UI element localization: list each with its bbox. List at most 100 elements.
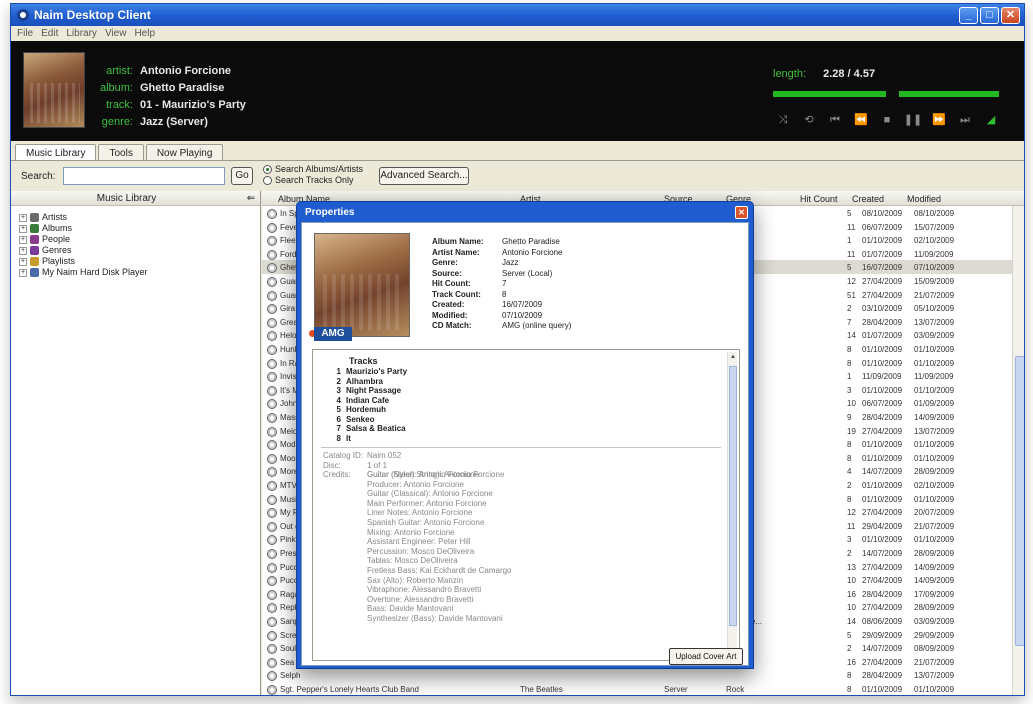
back-arrow-icon[interactable]: ⇐ (242, 193, 260, 204)
tree-item-2[interactable]: + People (19, 234, 260, 245)
row-hits: 2 (847, 304, 852, 314)
tracks-scrollbar[interactable]: ▲ ▼ (727, 352, 737, 658)
row-hits: 9 (847, 413, 852, 422)
track-row[interactable]: 8 It (333, 434, 407, 444)
tree-item-4[interactable]: + Playlists (19, 256, 260, 267)
album-icon (267, 630, 277, 641)
close-button[interactable]: ✕ (1001, 6, 1020, 24)
row-created: 01/10/2009 (862, 385, 903, 395)
tree-item-1[interactable]: + Albums (19, 223, 260, 234)
track-row[interactable]: 6 Senkeo (333, 415, 407, 425)
row-created: 27/04/2009 (862, 657, 903, 667)
repeat-icon[interactable]: ⟲ (799, 111, 819, 129)
track-row[interactable]: 4 Indian Cafe (333, 396, 407, 406)
skip-forward-icon[interactable]: ⏭ (955, 111, 975, 129)
table-row[interactable]: Selph 8 28/04/2009 13/07/2009 (262, 668, 1012, 682)
row-hits: 8 (847, 671, 852, 681)
rewind-icon[interactable]: ⏪ (851, 111, 871, 129)
advanced-search-button[interactable]: Advanced Search... (379, 167, 469, 185)
menu-item-1[interactable]: Edit (41, 28, 58, 39)
property-value: Antonio Forcione (502, 247, 563, 257)
tree-item-0[interactable]: + Artists (19, 212, 260, 223)
album-icon (267, 657, 277, 668)
title-bar[interactable]: Naim Desktop Client _ □ ✕ (11, 4, 1024, 26)
row-created: 08/06/2009 (862, 617, 903, 626)
length-readout: length: 2.28 / 4.57 (773, 68, 875, 80)
property-value: Jazz (502, 258, 519, 267)
catalog-label: Credits: (323, 470, 351, 480)
track-row[interactable]: 3 Night Passage (333, 386, 407, 396)
dialog-title-bar[interactable]: Properties ✕ (297, 202, 753, 222)
length-value: 2.28 / 4.57 (823, 68, 876, 80)
track-row[interactable]: 5 Hordemuh (333, 405, 407, 415)
property-row: Source: Server (Local) (432, 269, 571, 280)
menu-item-2[interactable]: Library (66, 28, 97, 39)
go-button[interactable]: Go (231, 167, 253, 185)
row-hits: 10 (847, 603, 856, 613)
stop-icon[interactable]: ■ (877, 111, 897, 129)
row-modified: 17/09/2009 (914, 589, 955, 599)
tree-item-5[interactable]: + My Naim Hard Disk Player (19, 267, 260, 278)
album-icon (267, 317, 277, 328)
row-modified: 03/09/2009 (914, 331, 955, 341)
minimize-button[interactable]: _ (959, 6, 978, 24)
album-icon (267, 358, 277, 369)
progress-bar[interactable] (773, 91, 886, 97)
search-tracks-radio[interactable]: Search Tracks Only (263, 175, 363, 186)
tree-item-3[interactable]: + Genres (19, 245, 260, 256)
track-title: Senkeo (346, 414, 375, 424)
expand-icon[interactable]: + (19, 268, 27, 277)
search-mode-group: Search Albums/Artists Search Tracks Only (263, 164, 363, 186)
album-icon (267, 440, 277, 451)
fast-forward-icon[interactable]: ⏩ (929, 111, 949, 129)
row-modified: 21/07/2009 (914, 521, 955, 531)
row-modified: 13/07/2009 (914, 317, 955, 327)
length-label: length: (773, 68, 807, 80)
catalog-row: Catalog ID: Naim 052 (323, 451, 504, 461)
property-label: Source: (432, 268, 462, 278)
search-label: Search: (21, 171, 56, 182)
credit-line: Mixing: Antonio Forcione (367, 527, 455, 537)
row-created: 01/10/2009 (862, 345, 903, 354)
row-modified: 28/09/2009 (914, 467, 955, 477)
menu-item-3[interactable]: View (105, 28, 127, 39)
track-row[interactable]: 7 Salsa & Beatica (333, 424, 407, 434)
scrollbar-thumb[interactable] (1015, 356, 1024, 646)
expand-icon[interactable]: + (19, 235, 27, 244)
tree-node-icon (30, 235, 39, 244)
menu-item-4[interactable]: Help (134, 28, 155, 39)
track-number: 8 (336, 433, 341, 443)
album-icon (267, 494, 277, 505)
column-header-6[interactable]: Modified (907, 194, 941, 204)
track-row[interactable]: 2 Alhambra (333, 377, 407, 387)
menu-item-0[interactable]: File (17, 28, 33, 39)
volume-bar[interactable] (899, 91, 999, 97)
skip-back-icon[interactable]: ⏮ (825, 111, 845, 129)
volume-icon[interactable]: ◢ (981, 111, 1001, 129)
credit-line: Guitar (Classical): Antonio Forcione (367, 489, 493, 499)
expand-icon[interactable]: + (19, 213, 27, 222)
table-row[interactable]: Sgt. Pepper's Lonely Hearts Club Band The… (262, 682, 1012, 695)
property-value: AMG (online query) (502, 321, 572, 330)
dialog-close-button[interactable]: ✕ (735, 205, 748, 219)
artist-value: Antonio Forcione (140, 65, 232, 77)
column-header-5[interactable]: Created (852, 194, 884, 204)
shuffle-icon[interactable]: ⤨ (773, 111, 793, 129)
column-header-4[interactable]: Hit Count (800, 194, 838, 204)
search-albums-radio[interactable]: Search Albums/Artists (263, 164, 363, 175)
album-list-scrollbar[interactable] (1012, 206, 1024, 695)
expand-icon[interactable]: + (19, 257, 27, 266)
scroll-up-icon[interactable]: ▲ (728, 352, 738, 362)
search-input[interactable] (63, 167, 225, 185)
row-modified: 15/09/2009 (914, 277, 955, 286)
upload-cover-art-button[interactable]: Upload Cover Art (669, 648, 743, 665)
track-row[interactable]: 1 Maurizio's Party (333, 367, 407, 377)
row-hits: 8 (847, 453, 852, 463)
row-created: 01/07/2009 (862, 331, 903, 341)
maximize-button[interactable]: □ (980, 6, 999, 24)
genre-label: genre: (101, 116, 133, 128)
tracks-scroll-thumb[interactable] (729, 366, 737, 626)
pause-icon[interactable]: ❚❚ (903, 111, 923, 129)
expand-icon[interactable]: + (19, 246, 27, 255)
expand-icon[interactable]: + (19, 224, 27, 233)
